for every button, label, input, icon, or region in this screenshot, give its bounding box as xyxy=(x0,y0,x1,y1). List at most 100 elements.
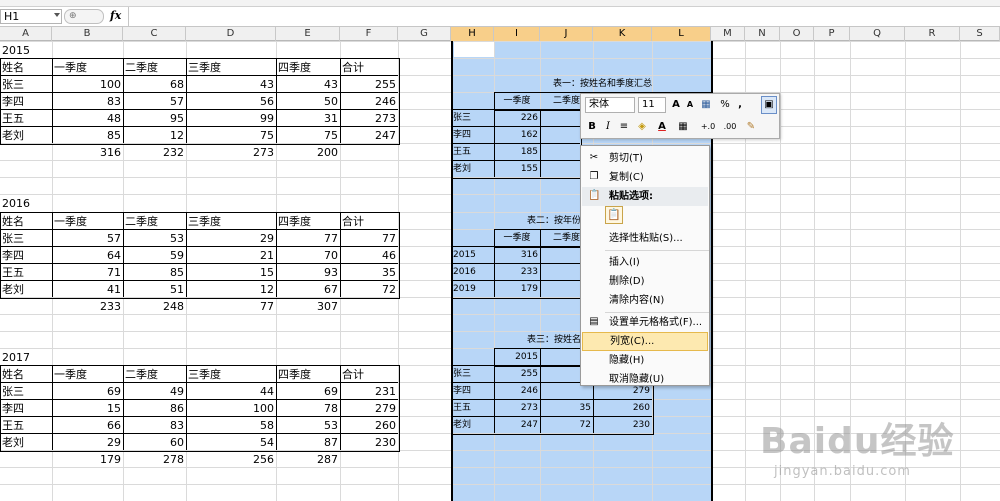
summary-value[interactable]: 185 xyxy=(494,144,540,161)
year-label[interactable]: 2017 xyxy=(0,349,52,366)
value-cell[interactable]: 43 xyxy=(276,76,340,93)
value-cell[interactable]: 44 xyxy=(186,383,276,400)
total-cell[interactable]: 232 xyxy=(123,144,186,161)
summary-value[interactable]: 316 xyxy=(494,247,540,264)
header-cell[interactable]: 四季度 xyxy=(276,213,340,230)
value-cell[interactable]: 64 xyxy=(52,247,123,264)
header-cell[interactable]: 合计 xyxy=(340,213,398,230)
value-cell[interactable]: 53 xyxy=(276,417,340,434)
summary-header-cell[interactable]: 一季度 xyxy=(494,230,540,247)
value-cell[interactable]: 93 xyxy=(276,264,340,281)
header-cell[interactable]: 二季度 xyxy=(123,59,186,76)
total-cell[interactable]: 200 xyxy=(276,144,340,161)
formula-expand-button[interactable]: ⊕ xyxy=(64,9,104,24)
column-header-i[interactable]: I xyxy=(494,27,540,41)
total-cell[interactable]: 273 xyxy=(186,144,276,161)
summary-value[interactable]: 72 xyxy=(540,417,593,434)
column-header-n[interactable]: N xyxy=(745,27,780,41)
column-header-s[interactable]: S xyxy=(960,27,1000,41)
value-cell[interactable]: 83 xyxy=(52,93,123,110)
name-cell[interactable]: 张三 xyxy=(0,230,52,247)
summary-value[interactable]: 179 xyxy=(494,281,540,298)
summary-value[interactable]: 246 xyxy=(494,383,540,400)
value-cell[interactable]: 255 xyxy=(340,76,398,93)
value-cell[interactable]: 58 xyxy=(186,417,276,434)
summary-value[interactable]: 35 xyxy=(540,400,593,417)
column-header-p[interactable]: P xyxy=(814,27,850,41)
value-cell[interactable]: 70 xyxy=(276,247,340,264)
total-cell[interactable]: 179 xyxy=(52,451,123,468)
value-cell[interactable]: 57 xyxy=(123,93,186,110)
comma-style-button[interactable]: , xyxy=(733,97,747,113)
summary-row-label[interactable]: 张三 xyxy=(451,366,494,383)
header-cell[interactable]: 三季度 xyxy=(186,366,276,383)
value-cell[interactable]: 12 xyxy=(186,281,276,298)
value-cell[interactable]: 246 xyxy=(340,93,398,110)
value-cell[interactable]: 260 xyxy=(340,417,398,434)
total-cell[interactable]: 278 xyxy=(123,451,186,468)
header-cell[interactable]: 姓名 xyxy=(0,213,52,230)
value-cell[interactable]: 87 xyxy=(276,434,340,451)
column-header-k[interactable]: K xyxy=(593,27,652,41)
value-cell[interactable]: 15 xyxy=(52,400,123,417)
paste-option-button[interactable]: 📋 xyxy=(605,206,623,224)
total-cell[interactable]: 233 xyxy=(52,298,123,315)
summary-value[interactable]: 226 xyxy=(494,110,540,127)
total-cell[interactable]: 287 xyxy=(276,451,340,468)
header-cell[interactable]: 三季度 xyxy=(186,59,276,76)
value-cell[interactable]: 48 xyxy=(52,110,123,127)
menu-item-delete[interactable]: 删除(D) xyxy=(582,272,708,291)
borders-icon[interactable]: ▦ xyxy=(676,119,690,135)
formula-input[interactable] xyxy=(128,7,1000,26)
year-label[interactable]: 2015 xyxy=(0,42,52,59)
header-cell[interactable]: 合计 xyxy=(340,366,398,383)
column-header-h[interactable]: H xyxy=(451,27,494,41)
value-cell[interactable]: 51 xyxy=(123,281,186,298)
name-cell[interactable]: 老刘 xyxy=(0,127,52,144)
column-header-m[interactable]: M xyxy=(711,27,745,41)
value-cell[interactable]: 53 xyxy=(123,230,186,247)
value-cell[interactable]: 230 xyxy=(340,434,398,451)
increase-decimal-button[interactable]: +.0 xyxy=(699,119,717,135)
value-cell[interactable]: 75 xyxy=(186,127,276,144)
active-cell-h1[interactable] xyxy=(454,42,494,57)
summary-row-label[interactable]: 王五 xyxy=(451,144,494,161)
value-cell[interactable]: 46 xyxy=(340,247,398,264)
name-cell[interactable]: 张三 xyxy=(0,76,52,93)
year-label[interactable]: 2016 xyxy=(0,195,52,212)
header-cell[interactable]: 四季度 xyxy=(276,59,340,76)
header-cell[interactable]: 二季度 xyxy=(123,366,186,383)
header-cell[interactable]: 姓名 xyxy=(0,59,52,76)
summary-header-cell[interactable]: 一季度 xyxy=(494,93,540,110)
summary-value[interactable]: 255 xyxy=(494,366,540,383)
name-box[interactable]: H1 xyxy=(0,9,62,24)
header-cell[interactable]: 一季度 xyxy=(52,213,123,230)
value-cell[interactable]: 57 xyxy=(52,230,123,247)
column-header-o[interactable]: O xyxy=(780,27,814,41)
value-cell[interactable]: 49 xyxy=(123,383,186,400)
column-header-g[interactable]: G xyxy=(398,27,451,41)
summary-row-label[interactable]: 张三 xyxy=(451,110,494,127)
value-cell[interactable]: 78 xyxy=(276,400,340,417)
value-cell[interactable]: 43 xyxy=(186,76,276,93)
value-cell[interactable]: 41 xyxy=(52,281,123,298)
value-cell[interactable]: 85 xyxy=(123,264,186,281)
fill-color-icon[interactable]: ◈ xyxy=(635,119,649,135)
value-cell[interactable]: 68 xyxy=(123,76,186,93)
value-cell[interactable]: 247 xyxy=(340,127,398,144)
value-cell[interactable]: 100 xyxy=(52,76,123,93)
value-cell[interactable]: 273 xyxy=(340,110,398,127)
total-cell[interactable]: 307 xyxy=(276,298,340,315)
menu-item-paste-special[interactable]: 选择性粘贴(S)... xyxy=(582,229,708,248)
menu-item-copy[interactable]: ❐ 复制(C) xyxy=(582,168,708,187)
name-cell[interactable]: 老刘 xyxy=(0,281,52,298)
column-header-q[interactable]: Q xyxy=(850,27,905,41)
summary-header-cell[interactable]: 2015 xyxy=(494,349,540,366)
percent-style-button[interactable]: % xyxy=(718,97,732,113)
summary-value[interactable]: 162 xyxy=(494,127,540,144)
summary-title-1[interactable]: 表一：按姓名和季度汇总 xyxy=(494,76,711,93)
font-color-button[interactable]: A xyxy=(655,119,669,135)
value-cell[interactable]: 15 xyxy=(186,264,276,281)
name-cell[interactable]: 李四 xyxy=(0,400,52,417)
header-cell[interactable]: 三季度 xyxy=(186,213,276,230)
